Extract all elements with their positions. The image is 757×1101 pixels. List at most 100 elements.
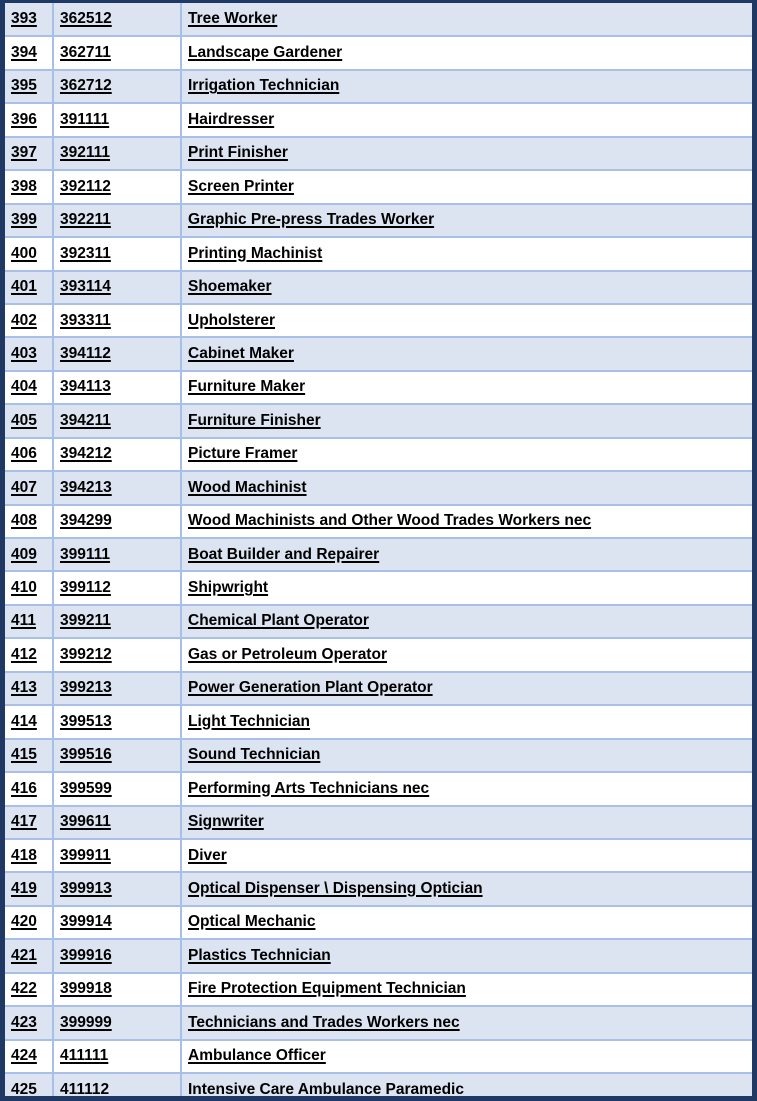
table-row[interactable]: 420 399914 Optical Mechanic — [5, 905, 752, 941]
table-row[interactable]: 415 399516 Sound Technician — [5, 738, 752, 774]
table-row[interactable]: 419 399913 Optical Dispenser \ Dispensing … — [5, 872, 752, 907]
row-index-cell: 409 — [5, 538, 54, 573]
occupation-code-cell-text: 394211 — [60, 411, 111, 429]
table-row[interactable]: 409 399111 Boat Builder and Repairer — [5, 538, 752, 573]
row-index-cell-text: 425 — [11, 1081, 37, 1099]
table-row[interactable]: 406 394212 Picture Framer — [5, 437, 752, 473]
row-index-cell: 395 — [5, 69, 54, 105]
row-index-cell-text: 397 — [11, 144, 37, 162]
row-index-cell: 403 — [5, 337, 54, 372]
occupation-code-cell: 394299 — [53, 504, 182, 540]
row-index-cell: 423 — [5, 1006, 54, 1041]
table-row[interactable]: 404 394113 Furniture Maker — [5, 370, 752, 406]
table-row[interactable]: 416 399599 Performing Arts Technicians nec — [5, 772, 752, 807]
occupation-title-cell: Technicians and Trades Workers nec — [181, 1006, 752, 1041]
table-row[interactable]: 411 399211 Chemical Plant Operator — [5, 604, 752, 640]
occupation-code-cell: 399213 — [53, 671, 182, 707]
table-body: 393 362512 Tree Worker 394 362711 Landscape G… — [5, 3, 752, 1099]
table-row[interactable]: 393 362512 Tree Worker — [5, 3, 752, 38]
table-row[interactable]: 399 392211 Graphic Pre-press Trades Worker — [5, 203, 752, 239]
occupation-code-cell: 399111 — [53, 538, 182, 573]
occupation-code-cell-text: 362712 — [60, 77, 112, 95]
table-row[interactable]: 414 399513 Light Technician — [5, 705, 752, 740]
table-row[interactable]: 401 393114 Shoemaker — [5, 270, 752, 305]
occupation-code-cell: 399599 — [53, 772, 182, 807]
occupation-code-cell-text: 362512 — [60, 10, 112, 28]
occupation-code-cell: 399999 — [53, 1006, 182, 1041]
table-row[interactable]: 423 399999 Technicians and Trades Workers … — [5, 1006, 752, 1041]
occupation-code-cell: 399513 — [53, 705, 182, 740]
row-index-cell: 404 — [5, 370, 54, 406]
occupation-title-cell: Tree Worker — [181, 3, 752, 38]
table-row[interactable]: 403 394112 Cabinet Maker — [5, 337, 752, 372]
row-index-cell: 402 — [5, 303, 54, 339]
occupation-code-cell-text: 399911 — [60, 846, 111, 864]
row-index-cell-text: 422 — [11, 980, 37, 998]
table-row[interactable]: 397 392111 Print Finisher — [5, 136, 752, 172]
table-row[interactable]: 417 399611 Signwriter — [5, 805, 752, 840]
table-row[interactable]: 410 399112 Shipwright — [5, 571, 752, 606]
row-index-cell-text: 403 — [11, 344, 37, 362]
table-row[interactable]: 405 394211 Furniture Finisher — [5, 404, 752, 439]
occupation-code-cell: 394213 — [53, 471, 182, 506]
occupation-table-frame: 393 362512 Tree Worker 394 362711 Landscape G… — [0, 0, 757, 1101]
occupation-title-cell-text: Fire Protection Equipment Technician — [188, 980, 466, 998]
row-index-cell-text: 405 — [11, 411, 37, 429]
occupation-title-cell-text: Gas or Petroleum Operator — [188, 645, 387, 663]
table-row[interactable]: 421 399916 Plastics Technician — [5, 939, 752, 974]
occupation-title-cell: Landscape Gardener — [181, 36, 752, 71]
table-row[interactable]: 402 393311 Upholsterer — [5, 303, 752, 339]
occupation-code-cell: 392111 — [53, 136, 182, 172]
occupation-title-cell: Furniture Finisher — [181, 404, 752, 439]
row-index-cell-text: 411 — [11, 612, 37, 630]
table-row[interactable]: 396 391111 Hairdresser — [5, 103, 752, 138]
table-row[interactable]: 400 392311 Printing Machinist — [5, 237, 752, 272]
occupation-title-cell-text: Shoemaker — [188, 278, 272, 296]
occupation-code-cell-text: 411112 — [60, 1081, 110, 1099]
row-index-cell-text: 399 — [11, 211, 37, 229]
occupation-title-cell-text: Boat Builder and Repairer — [188, 545, 380, 563]
occupation-title-cell-text: Graphic Pre-press Trades Worker — [188, 211, 435, 229]
occupation-title-cell-text: Technicians and Trades Workers nec — [188, 1013, 460, 1031]
row-index-cell: 424 — [5, 1039, 54, 1075]
occupation-code-cell: 399918 — [53, 972, 182, 1008]
occupation-title-cell: Screen Printer — [181, 170, 752, 205]
occupation-code-cell-text: 393311 — [60, 311, 111, 329]
table-row[interactable]: 422 399918 Fire Protection Equipment Techn… — [5, 972, 752, 1008]
occupation-code-cell: 399914 — [53, 905, 182, 941]
table-row[interactable]: 408 394299 Wood Machinists and Other Wood … — [5, 504, 752, 540]
occupation-code-cell: 394113 — [53, 370, 182, 406]
row-index-cell-text: 406 — [11, 445, 37, 463]
occupation-code-cell-text: 399111 — [60, 545, 111, 563]
row-index-cell-text: 398 — [11, 177, 37, 195]
occupation-code-cell-text: 399913 — [60, 879, 112, 897]
table-row[interactable]: 394 362711 Landscape Gardener — [5, 36, 752, 71]
row-index-cell-text: 418 — [11, 846, 37, 864]
occupation-code-cell: 362711 — [53, 36, 182, 71]
row-index-cell: 405 — [5, 404, 54, 439]
occupation-code-cell: 394112 — [53, 337, 182, 372]
occupation-title-cell: Graphic Pre-press Trades Worker — [181, 203, 752, 239]
occupation-code-cell-text: 394113 — [60, 378, 111, 396]
row-index-cell: 397 — [5, 136, 54, 172]
row-index-cell-text: 412 — [11, 645, 37, 663]
occupation-code-cell-text: 399513 — [60, 712, 112, 730]
table-row[interactable]: 418 399911 Diver — [5, 838, 752, 874]
table-row[interactable]: 395 362712 Irrigation Technician — [5, 69, 752, 105]
table-row[interactable]: 413 399213 Power Generation Plant Operator — [5, 671, 752, 707]
row-index-cell-text: 400 — [11, 244, 37, 262]
table-row[interactable]: 412 399212 Gas or Petroleum Operator — [5, 638, 752, 673]
occupation-code-cell: 399911 — [53, 838, 182, 874]
table-row[interactable]: 398 392112 Screen Printer — [5, 170, 752, 205]
occupation-title-cell: Ambulance Officer — [181, 1039, 752, 1075]
table-row[interactable]: 407 394213 Wood Machinist — [5, 471, 752, 506]
occupation-code-cell: 391111 — [53, 103, 182, 138]
occupation-title-cell-text: Wood Machinists and Other Wood Trades Wo… — [188, 512, 592, 530]
occupation-title-cell: Power Generation Plant Operator — [181, 671, 752, 707]
table-row[interactable]: 425 411112 Intensive Care Ambulance Parame… — [5, 1073, 752, 1099]
occupation-title-cell-text: Furniture Finisher — [188, 411, 321, 429]
row-index-cell: 419 — [5, 872, 54, 907]
occupation-code-cell-text: 399916 — [60, 946, 112, 964]
table-row[interactable]: 424 411111 Ambulance Officer — [5, 1039, 752, 1075]
occupation-title-cell: Hairdresser — [181, 103, 752, 138]
